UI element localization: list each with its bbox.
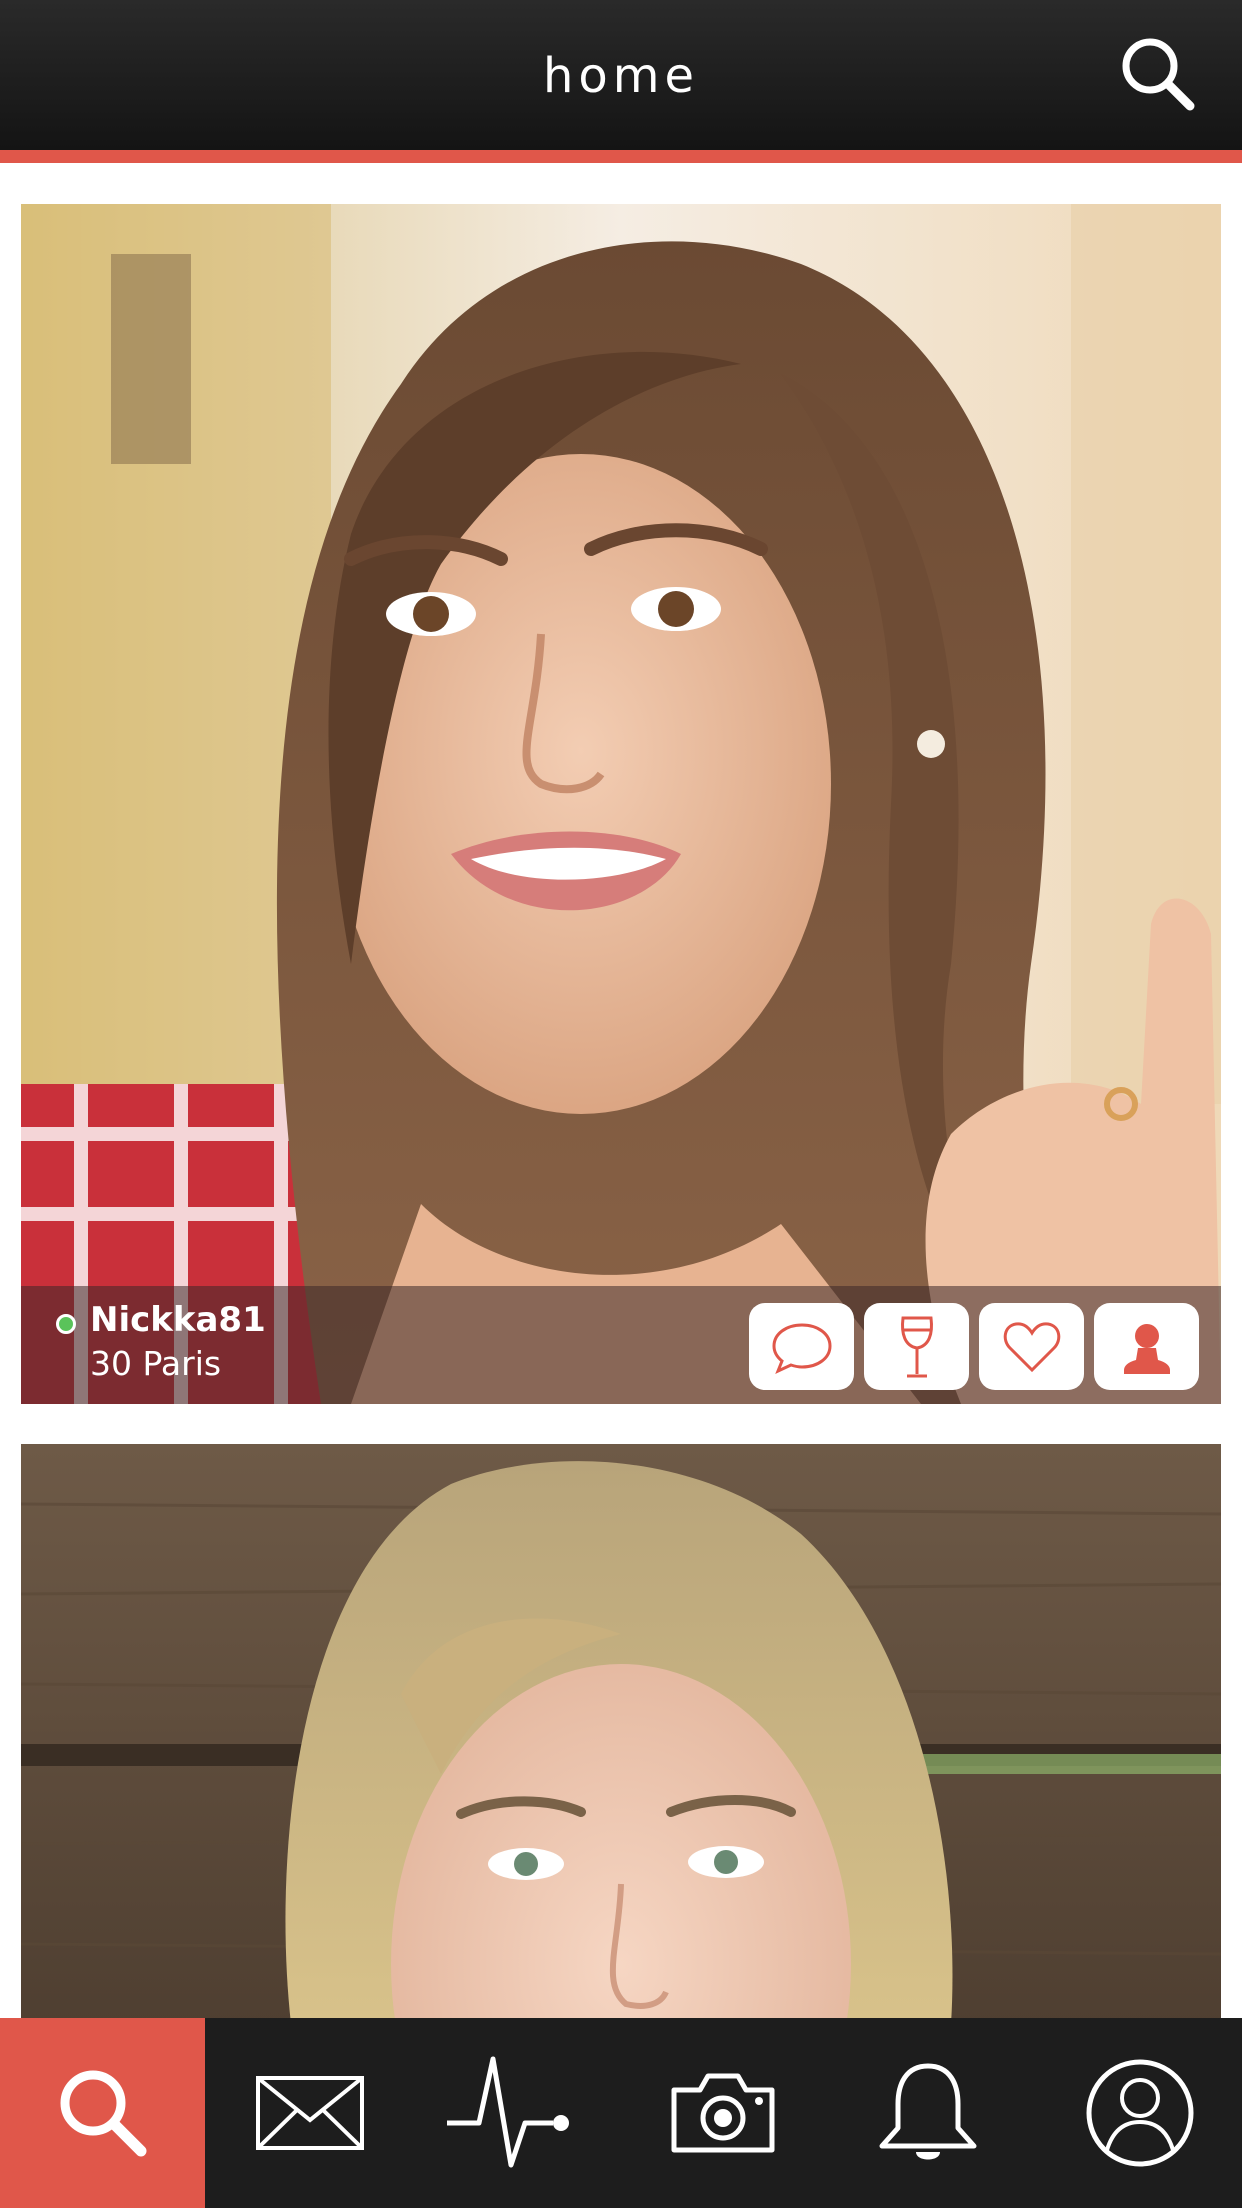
nav-camera[interactable] bbox=[623, 2018, 823, 2208]
envelope-icon bbox=[256, 2076, 364, 2150]
profile-card[interactable] bbox=[21, 1444, 1221, 2024]
page-title: home bbox=[542, 48, 700, 104]
nav-profile[interactable] bbox=[1040, 2018, 1240, 2208]
online-status-indicator bbox=[56, 1314, 76, 1334]
profile-photo[interactable] bbox=[21, 1444, 1221, 2024]
profile-photo[interactable] bbox=[21, 204, 1221, 1404]
profile-card[interactable]: Nickka81 30 Paris bbox=[21, 204, 1221, 1404]
activity-icon bbox=[447, 2056, 569, 2168]
nav-activity[interactable] bbox=[410, 2018, 610, 2208]
profile-username[interactable]: Nickka81 bbox=[90, 1300, 266, 1340]
header-accent-bar bbox=[0, 150, 1242, 163]
camera-icon bbox=[671, 2073, 775, 2153]
message-button[interactable] bbox=[749, 1303, 854, 1390]
like-button[interactable] bbox=[979, 1303, 1084, 1390]
search-icon[interactable] bbox=[1118, 34, 1198, 114]
nav-notifications[interactable] bbox=[828, 2018, 1028, 2208]
search-icon bbox=[60, 2070, 146, 2157]
app-header: home bbox=[0, 0, 1242, 150]
profile-info-bar: Nickka81 30 Paris bbox=[21, 1286, 1221, 1404]
user-icon bbox=[1123, 1323, 1170, 1374]
invite-drink-button[interactable] bbox=[864, 1303, 969, 1390]
nav-search[interactable] bbox=[0, 2018, 205, 2208]
view-profile-button[interactable] bbox=[1094, 1303, 1199, 1390]
bell-icon bbox=[879, 2063, 977, 2160]
profile-age-location: 30 Paris bbox=[90, 1344, 222, 1383]
profile-icon bbox=[1086, 2059, 1194, 2167]
nav-messages[interactable] bbox=[210, 2018, 410, 2208]
bottom-navigation bbox=[0, 2018, 1242, 2208]
chat-icon bbox=[771, 1322, 832, 1374]
heart-icon bbox=[1003, 1321, 1060, 1372]
wine-glass-icon bbox=[900, 1316, 933, 1377]
